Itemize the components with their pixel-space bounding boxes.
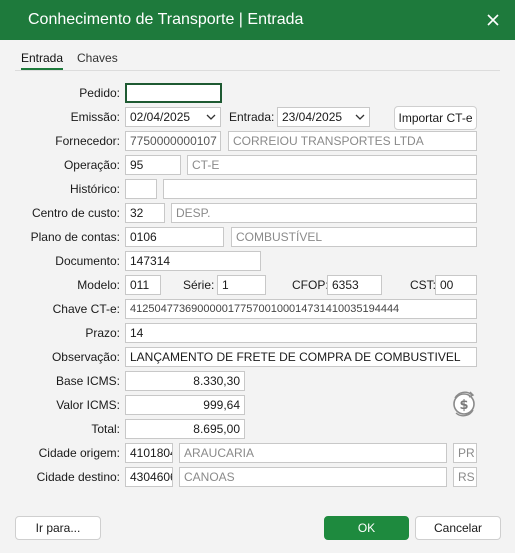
valor-icms-field[interactable]: 999,64 <box>125 395 245 415</box>
window-title: Conhecimento de Transporte | Entrada <box>28 11 304 28</box>
observacao-label: Observação: <box>51 350 120 364</box>
importar-cte-button[interactable]: Importar CT-e <box>394 106 477 130</box>
fornecedor-label: Fornecedor: <box>55 134 120 148</box>
historico-name-field <box>163 179 477 199</box>
fornecedor-name-field: CORREIOU TRANSPORTES LTDA <box>228 131 477 151</box>
cfop-label: CFOP: <box>292 278 329 292</box>
serie-label: Série: <box>183 278 215 292</box>
cidade-destino-name-field: CANOAS <box>179 467 447 487</box>
refresh-dollar-icon[interactable]: $ <box>449 389 479 419</box>
observacao-field[interactable]: LANÇAMENTO DE FRETE DE COMPRA DE COMBUST… <box>125 347 477 367</box>
base-icms-label: Base ICMS: <box>55 374 120 388</box>
plano-contas-label: Plano de contas: <box>30 230 120 244</box>
historico-label: Histórico: <box>69 182 120 196</box>
centro-custo-code-field[interactable]: 32 <box>125 203 165 223</box>
pedido-label: Pedido: <box>79 86 120 100</box>
cidade-origem-uf-field: PR <box>453 443 477 463</box>
cst-label: CST: <box>410 278 437 292</box>
plano-contas-code-field[interactable]: 0106 <box>125 227 224 247</box>
operacao-name-field: CT-E <box>187 155 477 175</box>
chevron-down-icon[interactable] <box>206 112 216 122</box>
cidade-origem-name-field: ARAUCARIA <box>179 443 447 463</box>
emissao-date-field[interactable]: 02/04/2025 <box>125 107 221 127</box>
cancelar-button[interactable]: Cancelar <box>415 516 501 540</box>
modelo-field[interactable]: 011 <box>125 275 161 295</box>
close-icon[interactable] <box>481 8 505 32</box>
cfop-field[interactable]: 6353 <box>327 275 382 295</box>
prazo-label: Prazo: <box>85 326 120 340</box>
svg-text:$: $ <box>459 398 468 413</box>
fornecedor-code-field[interactable]: 7750000000107 <box>125 131 221 151</box>
cidade-destino-uf-field: RS <box>453 467 477 487</box>
documento-field[interactable]: 147314 <box>125 251 261 271</box>
form-panel: Pedido: Emissão: 02/04/2025 Entrada: 23/… <box>15 71 500 501</box>
cst-field[interactable]: 00 <box>435 275 477 295</box>
emissao-value: 02/04/2025 <box>130 110 191 124</box>
total-label: Total: <box>91 422 120 436</box>
chave-cte-label: Chave CT-e: <box>52 302 120 316</box>
entrada-value: 23/04/2025 <box>282 110 343 124</box>
centro-custo-label: Centro de custo: <box>31 206 120 220</box>
cidade-origem-code-field[interactable]: 4101804 <box>125 443 173 463</box>
valor-icms-label: Valor ICMS: <box>56 398 120 412</box>
plano-contas-name-field: COMBUSTÍVEL <box>231 227 477 247</box>
operacao-label: Operação: <box>63 158 120 172</box>
tab-entrada[interactable]: Entrada <box>21 48 64 70</box>
operacao-code-field[interactable]: 95 <box>125 155 181 175</box>
centro-custo-name-field: DESP. <box>171 203 477 223</box>
documento-label: Documento: <box>55 254 120 268</box>
title-bar: Conhecimento de Transporte | Entrada <box>0 0 515 40</box>
cidade-destino-code-field[interactable]: 4304606 <box>125 467 173 487</box>
cidade-origem-label: Cidade origem: <box>38 446 120 460</box>
base-icms-field[interactable]: 8.330,30 <box>125 371 245 391</box>
modelo-label: Modelo: <box>77 278 120 292</box>
tab-chaves-nfe[interactable]: Chaves NF-e <box>77 48 118 85</box>
emissao-label: Emissão: <box>70 110 120 124</box>
historico-code-field[interactable] <box>125 179 157 199</box>
chevron-down-icon[interactable] <box>355 112 365 122</box>
ok-button[interactable]: OK <box>324 516 409 540</box>
dialog-window: Conhecimento de Transporte | Entrada Ent… <box>0 0 515 553</box>
cidade-destino-label: Cidade destino: <box>36 470 120 484</box>
pedido-input[interactable] <box>125 83 222 103</box>
chave-cte-field[interactable]: 4125047736900000177570010001473141003519… <box>125 299 477 319</box>
serie-field[interactable]: 1 <box>217 275 266 295</box>
entrada-date-field[interactable]: 23/04/2025 <box>277 107 370 127</box>
prazo-field[interactable]: 14 <box>125 323 477 343</box>
ir-para-button[interactable]: Ir para... <box>15 516 101 540</box>
entrada-label: Entrada: <box>229 110 275 124</box>
total-field[interactable]: 8.695,00 <box>125 419 245 439</box>
